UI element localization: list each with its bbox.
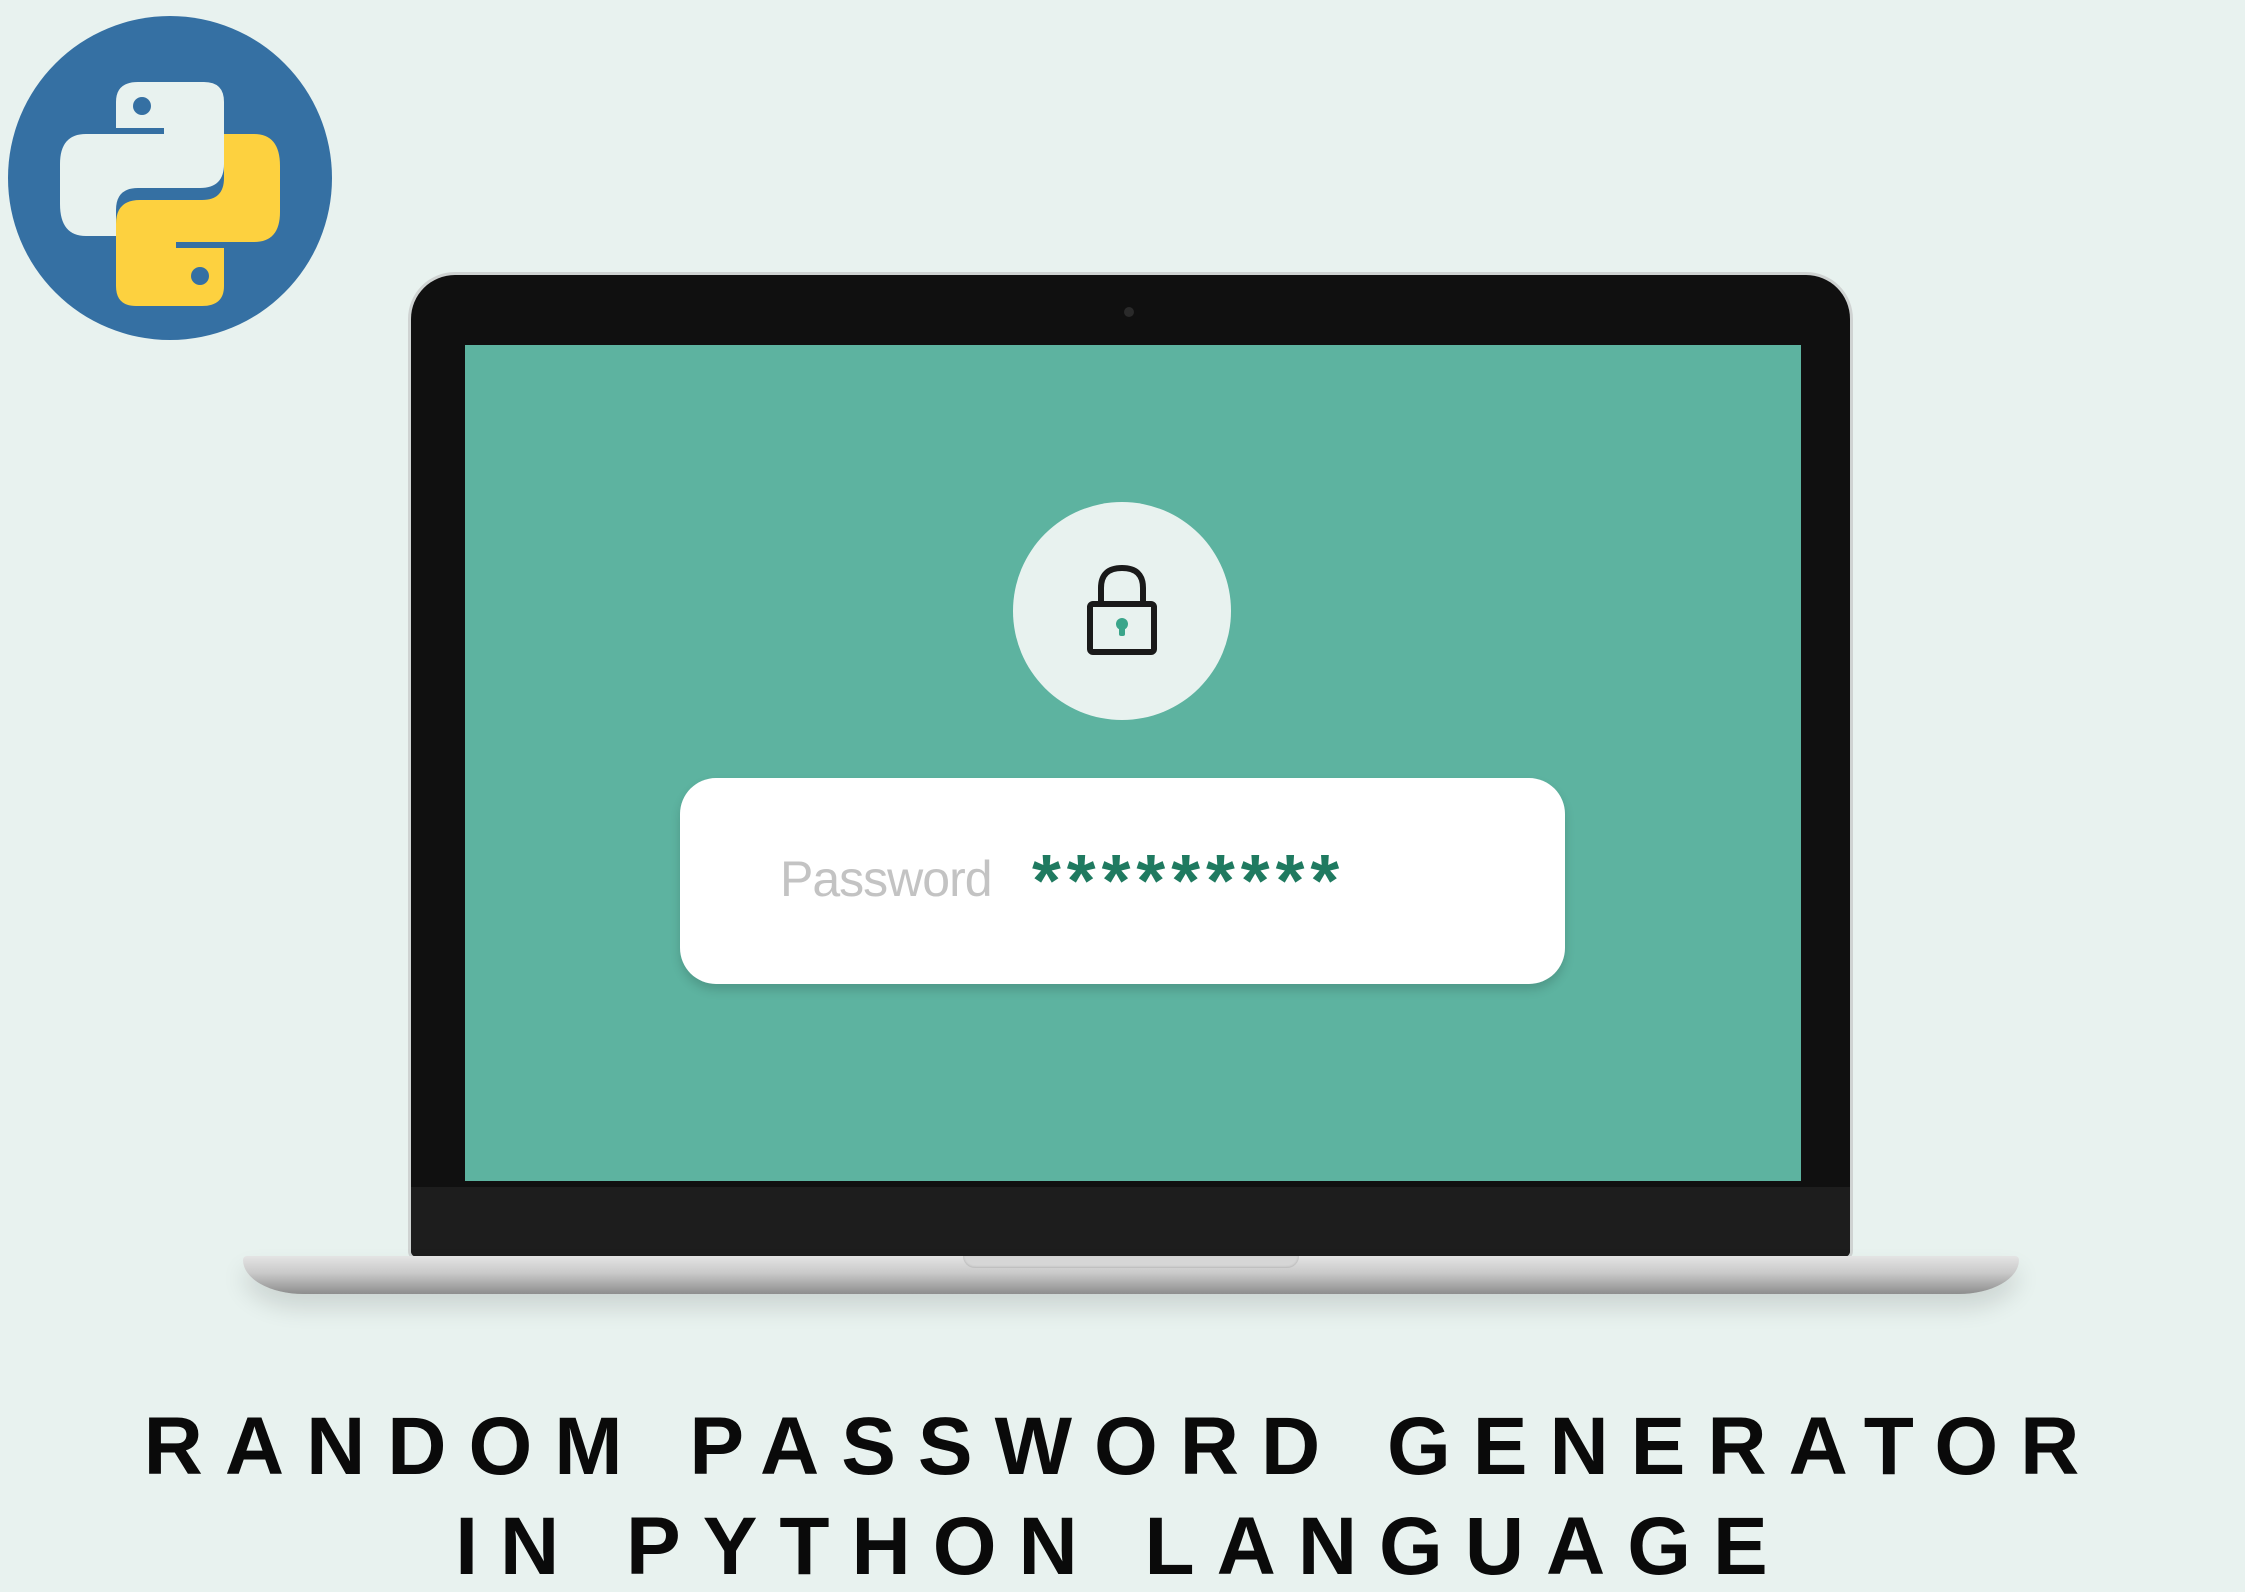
python-logo-icon — [8, 16, 332, 340]
title-line-1: RANDOM PASSWORD GENERATOR — [143, 1401, 2102, 1492]
password-value[interactable]: ********* — [1032, 844, 1345, 918]
title-line-2: IN PYTHON LANGUAGE — [455, 1501, 1790, 1592]
lock-badge — [1013, 502, 1231, 720]
laptop-notch — [963, 1256, 1299, 1268]
laptop-base — [243, 1256, 2019, 1294]
laptop-bezel — [411, 1187, 1850, 1257]
password-field[interactable]: Password ********* — [680, 778, 1565, 984]
laptop-screen — [465, 345, 1801, 1181]
lock-icon — [1087, 564, 1157, 655]
password-label: Password — [780, 851, 993, 907]
camera-icon — [1124, 307, 1134, 317]
